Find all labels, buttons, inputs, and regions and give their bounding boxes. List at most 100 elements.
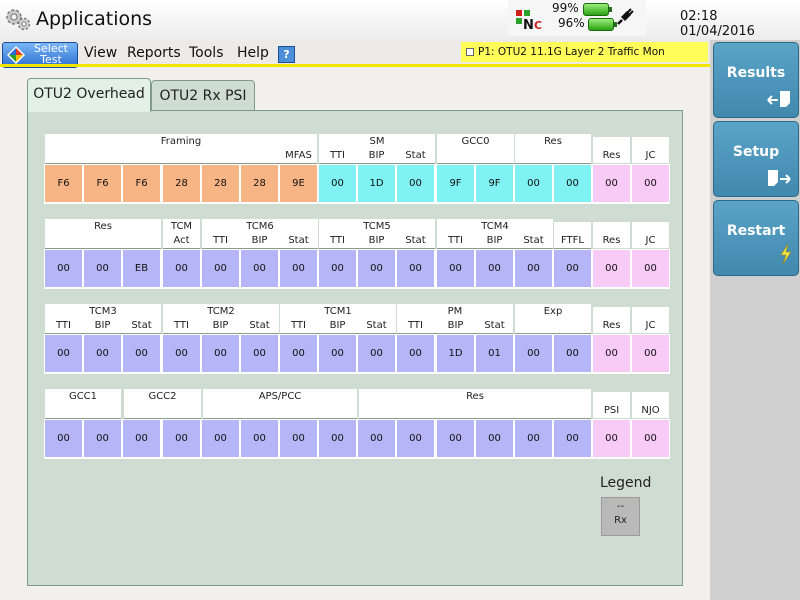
overhead-byte-cell[interactable]: 00 (476, 420, 513, 457)
overhead-byte-cell[interactable]: 00 (45, 250, 82, 287)
overhead-byte-cell[interactable]: 00 (319, 250, 356, 287)
title-bar: Applications N C 99% 96% 02:18 01/04/201… (0, 0, 800, 41)
overhead-byte-cell[interactable]: 1D (358, 165, 395, 202)
overhead-byte-cell[interactable]: 28 (241, 165, 278, 202)
overhead-byte-cell[interactable]: 00 (593, 165, 630, 202)
overhead-byte-cell[interactable]: 01 (476, 335, 513, 372)
tab-otu2-overhead[interactable]: OTU2 Overhead (27, 78, 151, 112)
menu-help[interactable]: Help (237, 45, 269, 61)
menu-reports[interactable]: Reports (127, 45, 181, 61)
overhead-byte-cell[interactable]: 00 (84, 250, 121, 287)
bip-label: BIP (251, 235, 268, 246)
overhead-byte-cell[interactable]: 00 (397, 335, 434, 372)
lightning-icon (780, 243, 792, 265)
overhead-byte-cell[interactable]: 00 (397, 165, 434, 202)
tcm3-label: TCM3 (89, 306, 117, 317)
setup-label: Setup (732, 144, 780, 160)
tab-otu2-rx-psi[interactable]: OTU2 Rx PSI (151, 80, 255, 111)
stat-label: Stat (366, 320, 387, 331)
overhead-byte-cell[interactable]: 00 (632, 250, 669, 287)
overhead-byte-cell[interactable]: 00 (554, 420, 591, 457)
overhead-byte-cell[interactable]: 00 (515, 335, 552, 372)
overhead-byte-cell[interactable]: 00 (163, 420, 200, 457)
exp-label: Exp (543, 306, 563, 317)
restart-label: Restart (726, 223, 786, 239)
battery-level-bottom: 96% (558, 16, 585, 30)
overhead-byte-cell[interactable]: 00 (280, 250, 317, 287)
overhead-byte-cell[interactable]: 00 (358, 420, 395, 457)
overhead-byte-cell[interactable]: 1D (437, 335, 474, 372)
overhead-byte-cell[interactable]: 00 (593, 250, 630, 287)
results-button[interactable]: Results (713, 42, 799, 118)
select-test-button[interactable]: Select Test (2, 42, 78, 68)
framing-label: Framing (160, 136, 202, 147)
overhead-byte-cell[interactable]: F6 (123, 165, 160, 202)
overhead-byte-cell[interactable]: 00 (319, 420, 356, 457)
menu-view[interactable]: View (84, 45, 117, 61)
setup-button[interactable]: Setup (713, 121, 799, 197)
overhead-byte-cell[interactable]: 9F (476, 165, 513, 202)
jc-label: JC (645, 150, 656, 161)
overhead-byte-cell[interactable]: 00 (397, 250, 434, 287)
overhead-byte-cell[interactable]: 00 (437, 420, 474, 457)
svg-text:N: N (523, 18, 534, 32)
port-indicator-icon (466, 48, 474, 56)
power-plug-icon (617, 8, 634, 25)
tti-label: TTI (291, 320, 306, 331)
results-label: Results (726, 65, 786, 81)
battery-icon (588, 18, 617, 31)
overhead-byte-cell[interactable]: 00 (358, 335, 395, 372)
overhead-byte-cell[interactable]: EB (123, 250, 160, 287)
overhead-byte-cell[interactable]: 00 (84, 420, 121, 457)
pm-label: PM (447, 306, 463, 317)
overhead-byte-cell[interactable]: 00 (123, 335, 160, 372)
gears-icon[interactable] (4, 6, 32, 34)
overhead-byte-cell[interactable]: 00 (202, 420, 239, 457)
overhead-byte-cell[interactable]: 00 (241, 420, 278, 457)
stat-label: Stat (405, 150, 426, 161)
overhead-byte-cell[interactable]: 00 (554, 335, 591, 372)
port-status-bar[interactable]: P1: OTU2 11.1G Layer 2 Traffic Mon (461, 42, 708, 62)
overhead-byte-cell[interactable]: 00 (45, 420, 82, 457)
res-pink-label: Res (602, 150, 621, 161)
overhead-byte-cell[interactable]: F6 (45, 165, 82, 202)
overhead-byte-cell[interactable]: 00 (554, 250, 591, 287)
overhead-byte-cell[interactable]: 00 (319, 335, 356, 372)
overhead-byte-cell[interactable]: 00 (280, 420, 317, 457)
restart-button[interactable]: Restart (713, 200, 799, 276)
overhead-byte-cell[interactable]: 00 (632, 165, 669, 202)
overhead-byte-cell[interactable]: 00 (241, 335, 278, 372)
tcm1-label: TCM1 (324, 306, 352, 317)
overhead-byte-cell[interactable]: 00 (515, 250, 552, 287)
overhead-byte-cell[interactable]: F6 (84, 165, 121, 202)
overhead-byte-cell[interactable]: 00 (202, 335, 239, 372)
overhead-byte-cell[interactable]: 00 (163, 335, 200, 372)
overhead-byte-cell[interactable]: 00 (515, 165, 552, 202)
overhead-byte-cell[interactable]: 00 (45, 335, 82, 372)
help-icon[interactable]: ? (278, 46, 295, 63)
menu-tools[interactable]: Tools (189, 45, 224, 61)
overhead-byte-cell[interactable]: 9E (280, 165, 317, 202)
overhead-byte-cell[interactable]: 00 (319, 165, 356, 202)
overhead-byte-cell[interactable]: 9F (437, 165, 474, 202)
res-pink-label: Res (602, 235, 621, 246)
overhead-byte-cell[interactable]: 00 (632, 335, 669, 372)
overhead-byte-cell[interactable]: 28 (163, 165, 200, 202)
overhead-byte-cell[interactable]: 00 (437, 250, 474, 287)
overhead-byte-cell[interactable]: 00 (202, 250, 239, 287)
overhead-byte-cell[interactable]: 00 (593, 335, 630, 372)
overhead-byte-cell[interactable]: 00 (123, 420, 160, 457)
overhead-byte-cell[interactable]: 00 (632, 420, 669, 457)
overhead-byte-cell[interactable]: 00 (476, 250, 513, 287)
overhead-byte-cell[interactable]: 00 (358, 250, 395, 287)
overhead-byte-cell[interactable]: 00 (515, 420, 552, 457)
overhead-byte-cell[interactable]: 00 (241, 250, 278, 287)
overhead-byte-cell[interactable]: 00 (84, 335, 121, 372)
tti-label: TTI (408, 320, 423, 331)
overhead-byte-cell[interactable]: 28 (202, 165, 239, 202)
overhead-byte-cell[interactable]: 00 (397, 420, 434, 457)
overhead-byte-cell[interactable]: 00 (163, 250, 200, 287)
overhead-byte-cell[interactable]: 00 (280, 335, 317, 372)
overhead-byte-cell[interactable]: 00 (593, 420, 630, 457)
overhead-byte-cell[interactable]: 00 (554, 165, 591, 202)
